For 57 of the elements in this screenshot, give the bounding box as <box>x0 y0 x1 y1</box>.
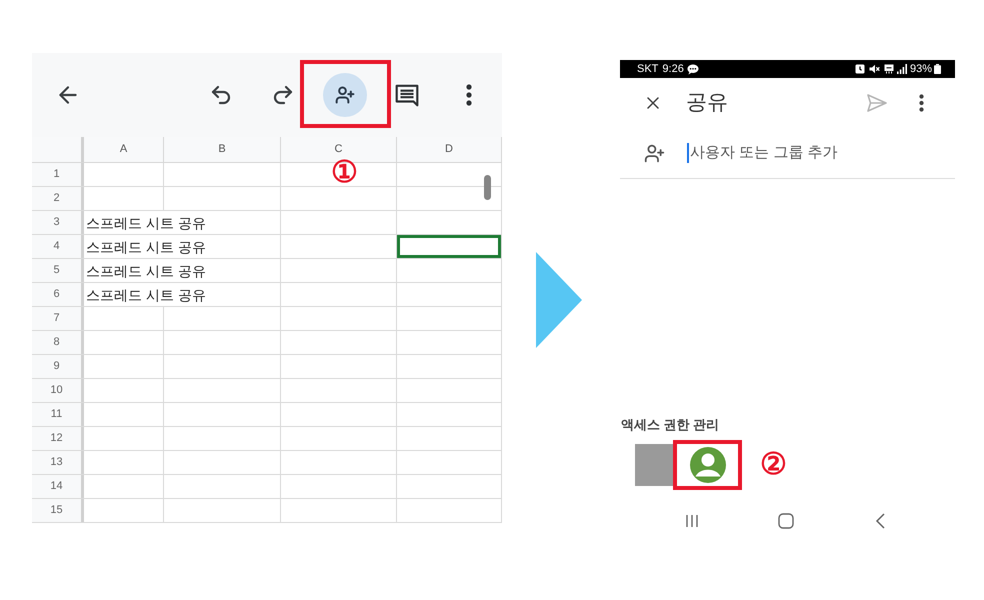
more-icon <box>918 94 924 112</box>
redaction-block <box>635 444 673 486</box>
row-number[interactable]: 4 <box>53 238 60 255</box>
share-button[interactable] <box>323 73 367 117</box>
alarm-icon <box>854 64 865 74</box>
row-number[interactable]: 15 <box>50 502 63 519</box>
row-number[interactable]: 8 <box>53 334 60 351</box>
row-number[interactable]: 14 <box>50 478 63 495</box>
table-cell-text: 스프레드 시트 공유 <box>86 286 206 305</box>
add-people-field[interactable]: 사용자 또는 그룹 추가 <box>620 128 955 179</box>
section-title: 액세스 권한 관리 <box>621 417 720 433</box>
clock-time: 9:26 <box>662 62 684 77</box>
more-icon <box>466 84 472 106</box>
carrier-label: SKT <box>637 62 658 77</box>
undo-icon <box>209 83 233 107</box>
table-cell-text: 스프레드 시트 공유 <box>86 214 206 233</box>
row-number[interactable]: 13 <box>50 454 63 471</box>
input-placeholder: 사용자 또는 그룹 추가 <box>690 143 838 163</box>
scrollbar-thumb[interactable] <box>484 175 491 200</box>
column-header[interactable]: D <box>445 141 453 158</box>
send-icon <box>867 94 887 112</box>
right-arrow-icon <box>536 252 582 348</box>
column-header[interactable]: C <box>334 141 342 158</box>
recent-apps-icon <box>685 514 699 528</box>
add-person-icon <box>644 142 665 164</box>
table-cell-text: 스프레드 시트 공유 <box>86 238 206 257</box>
step-number: ① <box>331 157 358 189</box>
column-header[interactable]: B <box>218 141 226 158</box>
home-icon <box>778 513 794 529</box>
row-number[interactable]: 5 <box>53 262 60 279</box>
back-chevron-icon <box>875 513 885 529</box>
row-number[interactable]: 2 <box>53 190 60 207</box>
row-number[interactable]: 12 <box>50 430 63 447</box>
row-number[interactable]: 6 <box>53 286 60 303</box>
recent-apps-button[interactable] <box>684 513 700 529</box>
mute-icon <box>868 64 880 74</box>
add-person-icon <box>335 85 355 105</box>
battery-percent: 93% <box>910 62 932 77</box>
redo-icon <box>271 83 295 107</box>
row-number[interactable]: 11 <box>50 406 62 423</box>
selected-cell[interactable] <box>397 235 502 258</box>
status-icon <box>884 64 894 74</box>
row-number[interactable]: 1 <box>53 166 60 183</box>
column-header[interactable]: A <box>120 141 128 158</box>
chat-bubble-icon <box>686 64 699 74</box>
table-cell-text: 스프레드 시트 공유 <box>86 262 206 281</box>
row-number[interactable]: 9 <box>53 358 60 375</box>
comment-icon <box>394 82 420 108</box>
row-number[interactable]: 3 <box>53 214 60 231</box>
step-number: ② <box>760 448 787 482</box>
home-button[interactable] <box>778 513 794 529</box>
row-number[interactable]: 10 <box>50 382 63 399</box>
avatar-icon[interactable] <box>690 447 726 483</box>
battery-icon <box>934 64 941 74</box>
signal-icon <box>896 64 907 74</box>
dialog-title: 공유 <box>686 90 728 116</box>
row-number[interactable]: 7 <box>53 310 60 327</box>
